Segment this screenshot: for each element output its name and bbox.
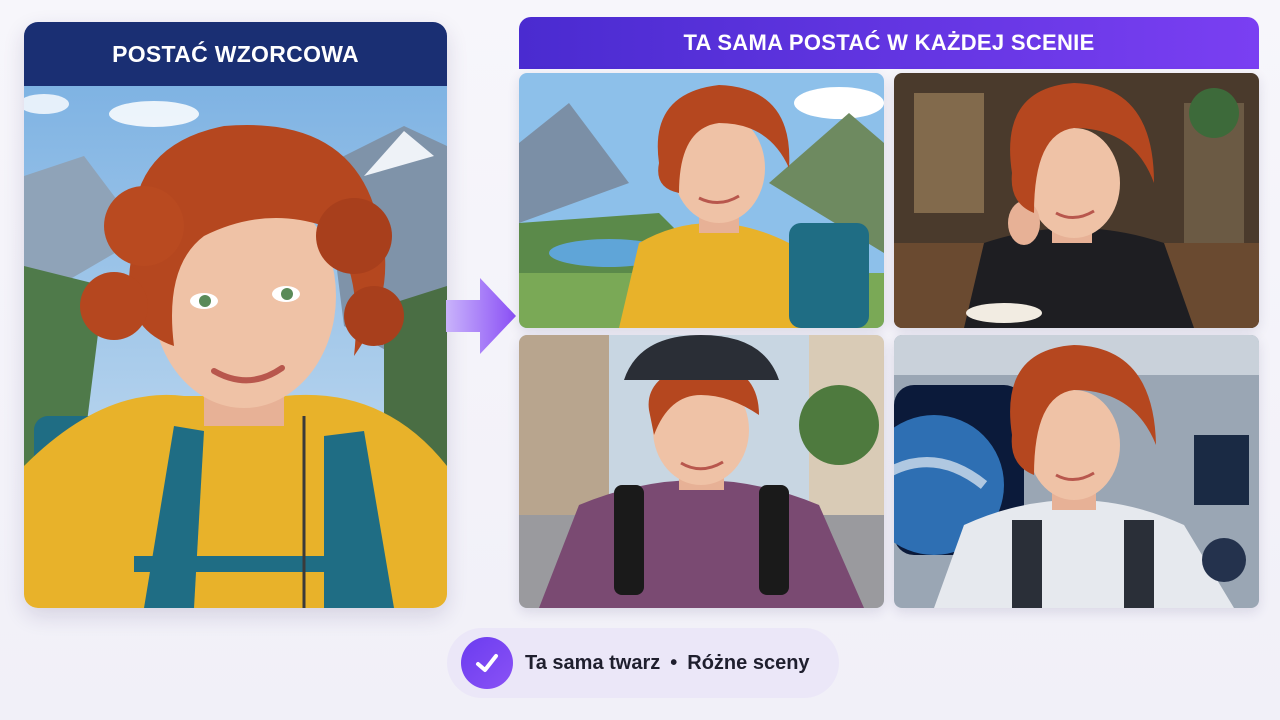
reference-character-card: POSTAĆ WZORCOWA [24, 22, 447, 608]
reference-title: POSTAĆ WZORCOWA [24, 22, 447, 86]
scenes-title: TA SAMA POSTAĆ W KAŻDEJ SCENIE [519, 17, 1259, 69]
different-scenes-label: Różne sceny [687, 651, 810, 674]
separator-dot: • [670, 651, 678, 674]
consistency-badge: Ta sama twarz • Różne sceny [447, 628, 839, 698]
city-cycling-scene [519, 335, 884, 608]
badge-text: Ta sama twarz • Różne sceny [525, 652, 810, 675]
cafe-scene [894, 73, 1259, 328]
space-station-scene [894, 335, 1259, 608]
arrow-right-icon [446, 278, 516, 354]
same-face-label: Ta sama twarz [525, 651, 661, 674]
reference-portrait [24, 86, 447, 608]
check-icon [461, 637, 513, 689]
mountain-hiking-scene [519, 73, 884, 328]
